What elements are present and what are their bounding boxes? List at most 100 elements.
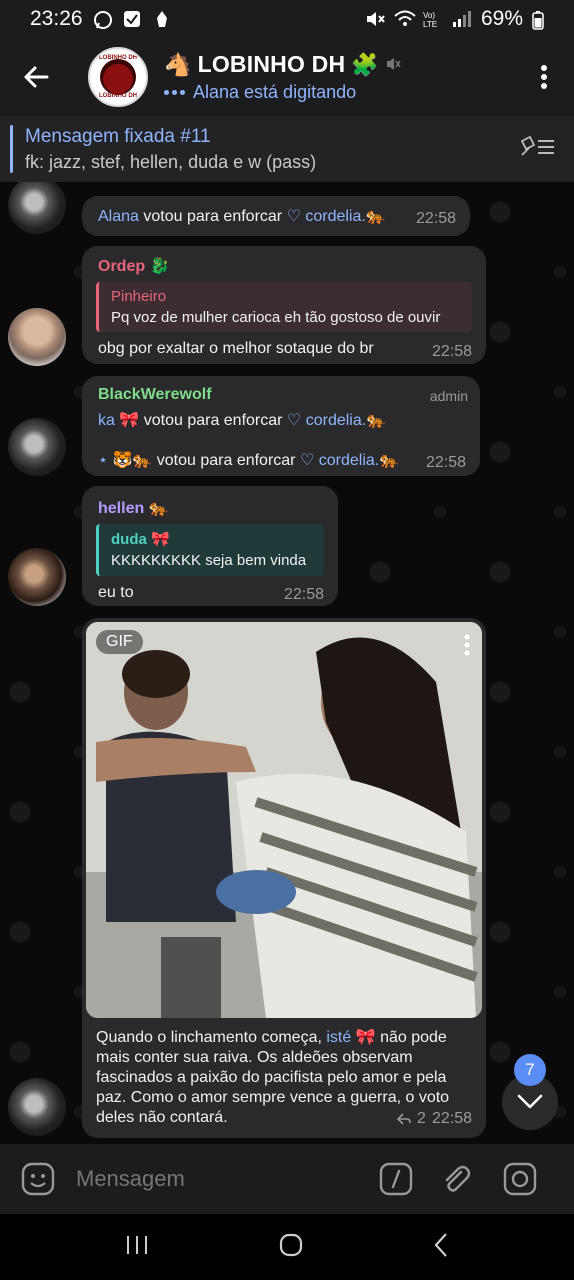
chat-title-block[interactable]: 🐴 LOBINHO DH 🧩 Alana está digitando	[164, 51, 401, 103]
voter-name[interactable]: ka	[98, 412, 115, 429]
message-time: 22:58	[431, 1110, 472, 1127]
camera-icon	[503, 1162, 537, 1196]
gif-media[interactable]: GIF	[86, 622, 482, 1018]
message-time: 22:58	[431, 343, 472, 360]
unread-count-badge: 7	[514, 1054, 546, 1086]
message-input[interactable]	[76, 1166, 366, 1192]
sticker-emoji-icon	[21, 1162, 55, 1196]
vote-target[interactable]: ♡ cordelia.	[300, 452, 379, 469]
chat-title: 🐴 LOBINHO DH 🧩	[164, 51, 401, 78]
back-button[interactable]	[0, 38, 72, 116]
battery-percent: 69%	[480, 7, 523, 30]
nav-back-icon	[434, 1232, 448, 1257]
bow-emoji-icon: 🎀	[119, 412, 140, 429]
wifi-icon	[394, 10, 416, 28]
whatsapp-icon	[93, 10, 113, 29]
status-time: 23:26	[30, 7, 83, 30]
paperclip-icon	[445, 1165, 471, 1192]
mute-icon	[365, 10, 385, 28]
svg-text:Vo): Vo)	[423, 11, 435, 20]
horse-emoji-icon: 🐴	[164, 51, 192, 77]
vote-text: votou para enforcar	[138, 208, 287, 225]
back-arrow-icon	[24, 66, 49, 88]
typing-status: Alana está digitando	[164, 82, 401, 103]
sender-name[interactable]: BlackWerewolf	[98, 386, 212, 404]
gif-message-bubble[interactable]: GIF Quando o linchamento começa, isté 🎀 …	[82, 618, 486, 1138]
group-avatar[interactable]: LOBINHO DH LOBINHO DH	[88, 47, 148, 107]
reply-quote[interactable]: duda 🎀 KKKKKKKKK seja bem vinda	[96, 524, 324, 576]
typing-dots-icon	[164, 90, 185, 95]
gif-frame	[86, 622, 482, 1018]
voter-name[interactable]: ⋆	[98, 452, 108, 469]
pinned-text: fk: jazz, stef, hellen, duda e w (pass)	[25, 151, 317, 172]
tiger-emoji-icon: 🐅	[365, 208, 386, 225]
message-time: 22:58	[283, 586, 324, 603]
tiger-emoji-icon: 🐅	[366, 412, 387, 429]
message-line: ⋆ 🐯🐅 votou para enforcar ♡ cordelia.🐅	[98, 452, 400, 469]
message-bubble[interactable]: BlackWerewolf admin ka 🎀 votou para enfo…	[82, 376, 480, 476]
recents-icon	[126, 1235, 147, 1254]
avatar[interactable]	[8, 548, 66, 606]
chat-header: LOBINHO DH LOBINHO DH 🐴 LOBINHO DH 🧩 Ala…	[0, 38, 574, 116]
quote-text: KKKKKKKKK seja bem vinda	[111, 552, 307, 569]
wolf-logo-icon	[100, 59, 136, 95]
app-notification-icon	[153, 10, 173, 28]
dragon-emoji-icon: 🐉	[149, 258, 170, 275]
avatar[interactable]	[8, 1078, 66, 1136]
nav-back-button[interactable]	[433, 1232, 449, 1263]
system-navigation-bar	[0, 1214, 574, 1280]
reply-count[interactable]: 2	[417, 1110, 426, 1128]
quote-author: duda 🎀	[111, 531, 170, 548]
message-bubble[interactable]: Ordep 🐉 Pinheiro Pq voz de mulher carioc…	[82, 246, 486, 364]
group-name: LOBINHO DH	[197, 51, 346, 77]
reply-arrow-icon	[397, 1113, 411, 1125]
typing-text: Alana está digitando	[193, 82, 357, 102]
message-text: obg por exaltar o melhor sotaque do br	[98, 340, 374, 357]
attach-button[interactable]	[432, 1155, 480, 1203]
camera-button[interactable]	[496, 1155, 544, 1203]
message-bubble[interactable]: hellen 🐅 duda 🎀 KKKKKKKKK seja bem vinda…	[82, 486, 338, 606]
status-bar: 23:26 Vo) LTE 69%	[0, 0, 574, 38]
emoji-button[interactable]	[14, 1155, 62, 1203]
gif-more-button[interactable]	[464, 634, 470, 661]
pinned-list-button[interactable]	[520, 135, 556, 164]
muted-icon	[385, 51, 401, 78]
pinned-indicator	[10, 125, 13, 173]
quote-author: Pinheiro	[111, 288, 167, 305]
tiger-face-emoji-icon: 🐯🐅	[112, 452, 153, 469]
avatar[interactable]	[8, 308, 66, 366]
vote-target[interactable]: ♡ cordelia.	[287, 412, 366, 429]
message-bubble[interactable]: Alana votou para enforcar ♡ cordelia.🐅 2…	[82, 196, 470, 236]
slash-command-icon	[379, 1162, 413, 1196]
quote-text: Pq voz de mulher carioca eh tão gostoso …	[111, 309, 441, 326]
avatar-logo-text-bottom: LOBINHO DH	[99, 93, 137, 99]
message-input-bar	[0, 1144, 574, 1214]
avatar[interactable]	[8, 182, 66, 234]
check-box-icon	[123, 10, 143, 28]
bot-commands-button[interactable]	[372, 1155, 420, 1203]
pinned-title: Mensagem fixada #11	[25, 125, 211, 147]
message-text: eu to	[98, 584, 134, 601]
more-options-button[interactable]	[514, 38, 574, 116]
chat-history[interactable]: Alana votou para enforcar ♡ cordelia.🐅 2…	[0, 182, 574, 1144]
mention[interactable]: isté	[326, 1029, 351, 1046]
home-icon	[279, 1233, 303, 1256]
recents-button[interactable]	[125, 1234, 149, 1261]
avatar[interactable]	[8, 418, 66, 476]
sender-name[interactable]: Ordep 🐉	[98, 256, 170, 276]
voter-name[interactable]: Alana	[98, 208, 139, 225]
signal-icon	[452, 10, 472, 28]
message-meta: 2 22:58	[397, 1110, 472, 1128]
battery-icon	[532, 10, 552, 30]
message-time: 22:58	[415, 210, 456, 227]
vote-target[interactable]: ♡ cordelia.	[287, 208, 366, 225]
message-time: 22:58	[425, 454, 466, 471]
tiger-emoji-icon: 🐅	[379, 452, 400, 469]
gif-badge: GIF	[96, 630, 143, 654]
sender-name[interactable]: hellen 🐅	[98, 498, 169, 518]
reply-quote[interactable]: Pinheiro Pq voz de mulher carioca eh tão…	[96, 282, 472, 332]
tiger-emoji-icon: 🐅	[148, 500, 169, 517]
home-button[interactable]	[278, 1232, 304, 1263]
pinned-message-bar[interactable]: Mensagem fixada #11 fk: jazz, stef, hell…	[0, 116, 574, 182]
avatar-logo-text: LOBINHO DH	[99, 55, 137, 61]
